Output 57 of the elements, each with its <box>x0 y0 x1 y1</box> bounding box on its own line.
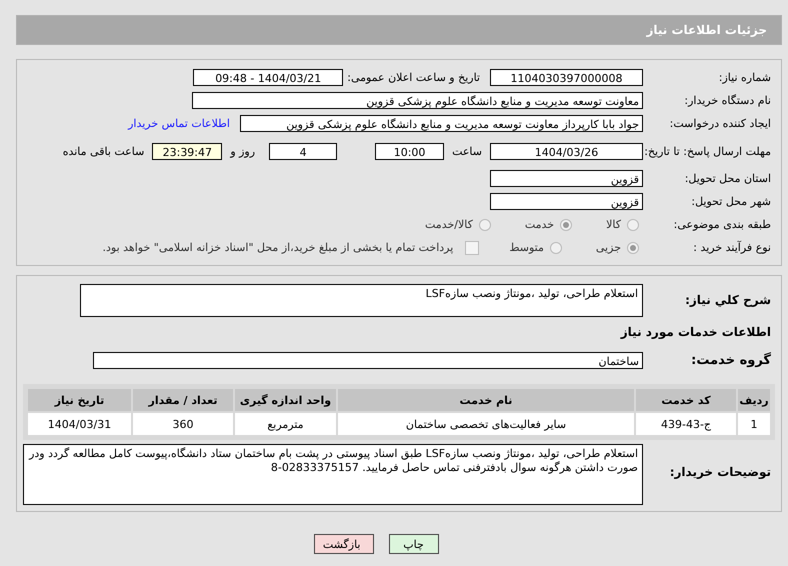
column-header: کد خدمت <box>636 389 736 411</box>
text-field[interactable]: معاونت توسعه مدیریت و منابع دانشگاه علوم پزشکی قزوین <box>192 92 643 109</box>
radio-button[interactable] <box>627 242 639 254</box>
field-label: ساعت باقی مانده <box>62 144 146 158</box>
radio-button[interactable] <box>627 218 639 230</box>
column-header: واحد اندازه گیری <box>235 389 336 411</box>
option-label: کالا <box>606 218 621 231</box>
field-label: نوع فرآیند خرید : <box>692 241 772 254</box>
text-field[interactable]: ساختمان <box>93 352 643 369</box>
text-field[interactable]: 1404/03/26 <box>490 142 643 160</box>
text-field[interactable]: 4 <box>269 142 338 160</box>
field-label: طبقه بندی موضوعی: <box>672 218 772 231</box>
text-area[interactable]: استعلام طراحی، تولید ،مونتاژ ونصب سازهLSF طبق اسناد پیوستی در پشت بام ساختمان ستاد دانشگاه،پیوست کامل مطالعه گردد ودر صورت داشتن هرگونه سوال بادفترفنی تماس حاصل فرمایید. 02833375157-8 <box>23 444 643 505</box>
field-label: ساعت <box>451 144 483 158</box>
field-label: تاریخ و ساعت اعلان عمومی: <box>346 71 481 84</box>
option-label: متوسط <box>509 241 544 254</box>
column-header: تاریخ نیاز <box>28 389 131 411</box>
field-label: توضیحات خریدار: <box>668 466 772 479</box>
field-label: گروه خدمت: <box>690 354 772 367</box>
option-label: خدمت <box>524 218 554 231</box>
text-field[interactable]: 1104030397000008 <box>490 69 643 86</box>
table-cell: ج-43-439 <box>636 413 736 435</box>
field-label: شهر محل تحویل: <box>690 195 772 208</box>
table-cell: 1404/03/31 <box>28 413 131 435</box>
table-cell: سایر فعالیت‌های تخصصی ساختمان <box>338 413 634 435</box>
back-button[interactable]: بازگشت <box>314 534 374 554</box>
column-header: ردیف <box>738 389 770 411</box>
radio-button[interactable] <box>550 242 562 254</box>
table-cell: 360 <box>133 413 233 435</box>
text-field[interactable]: 23:39:47 <box>152 142 222 160</box>
field-label: نام دستگاه خریدار: <box>683 94 772 107</box>
column-header: نام خدمت <box>338 389 634 411</box>
field-label: روز و <box>228 144 256 158</box>
option-label: کالا/خدمت <box>425 218 473 231</box>
text-area[interactable]: استعلام طراحی، تولید ،مونتاژ ونصب سازهLSF <box>80 284 643 317</box>
text-field[interactable]: قزوین <box>490 170 643 187</box>
contact-link[interactable]: اطلاعات تماس خریدار <box>128 117 240 130</box>
radio-button[interactable] <box>478 218 491 230</box>
section-heading: اطلاعات خدمات مورد نیاز <box>619 324 772 341</box>
checkbox[interactable] <box>465 240 480 254</box>
field-label: مهلت ارسال پاسخ: تا تاریخ: <box>643 144 772 158</box>
text-field[interactable]: قزوین <box>490 193 643 210</box>
radio-button[interactable] <box>560 218 572 230</box>
option-label: جزیی <box>596 241 621 254</box>
checkbox-label: پرداخت تمام یا بخشی از مبلغ خرید،از محل "اسناد خزانه اسلامی" خواهد بود. <box>102 241 454 254</box>
text-field[interactable]: 10:00 <box>375 142 444 160</box>
page-title: جزئیات اطلاعات نیاز <box>646 23 767 37</box>
text-field[interactable]: 1404/03/21 - 09:48 <box>193 69 344 86</box>
field-label: شرح کلي نياز: <box>684 294 772 307</box>
field-label: استان محل تحویل: <box>684 172 772 185</box>
field-label: شماره نیاز: <box>718 71 772 84</box>
field-label: ایجاد کننده درخواست: <box>668 117 772 130</box>
text-field[interactable]: جواد بابا کارپرداز معاونت توسعه مدیریت و منابع دانشگاه علوم پزشکی قزوین <box>240 115 643 132</box>
table-cell: مترمربع <box>235 413 336 435</box>
table-cell: 1 <box>738 413 770 435</box>
print-button[interactable]: چاپ <box>388 534 438 554</box>
column-header: تعداد / مقدار <box>133 389 233 411</box>
